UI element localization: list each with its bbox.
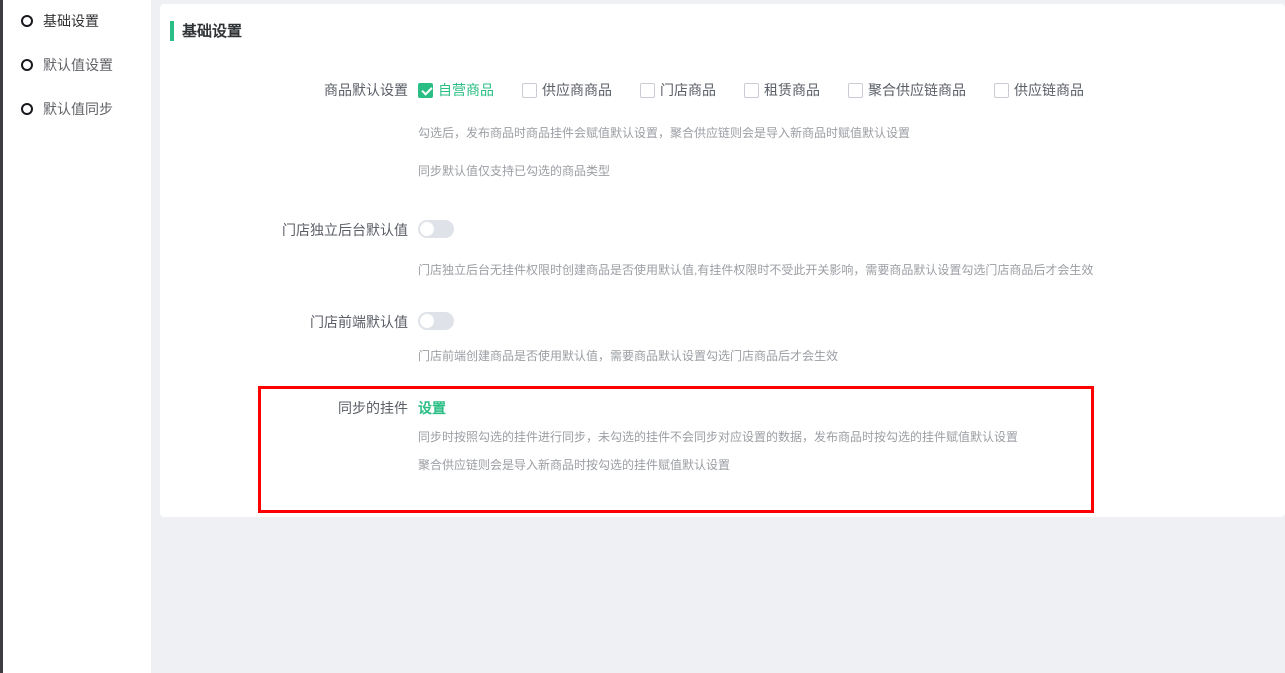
sidebar-item-label: 默认值同步 (43, 99, 113, 119)
store-backend-default-toggle[interactable] (418, 220, 454, 238)
store-front-default-toggle[interactable] (418, 312, 454, 330)
checkbox-unchecked-icon (744, 83, 759, 98)
sidebar-item-label: 默认值设置 (43, 55, 113, 75)
sync-widget-hint-1: 同步时按照勾选的挂件进行同步，未勾选的挂件不会同步对应设置的数据，发布商品时按勾… (418, 428, 1018, 446)
checkbox-checked-icon (418, 83, 433, 98)
sidebar-item-default-value-sync[interactable]: 默认值同步 (21, 94, 151, 124)
store-front-default-label: 门店前端默认值 (160, 312, 408, 332)
sidebar-item-label: 基础设置 (43, 11, 99, 31)
store-front-default-hint: 门店前端创建商品是否使用默认值，需要商品默认设置勾选门店商品后才会生效 (418, 347, 838, 365)
checkbox-unchecked-icon (994, 83, 1009, 98)
product-default-label: 商品默认设置 (160, 80, 408, 100)
checkbox-unchecked-icon (848, 83, 863, 98)
checkbox-store-product[interactable]: 门店商品 (640, 80, 716, 100)
checkbox-supplier-product[interactable]: 供应商商品 (522, 80, 612, 100)
product-default-hint-1: 勾选后，发布商品时商品挂件会赋值默认设置，聚合供应链则会是导入新商品时赋值默认设… (418, 124, 910, 142)
store-backend-default-label: 门店独立后台默认值 (160, 220, 408, 240)
page-title: 基础设置 (182, 20, 242, 41)
checkbox-supply-chain-product[interactable]: 供应链商品 (994, 80, 1084, 100)
radio-circle-icon (21, 59, 33, 71)
title-accent-bar (170, 21, 174, 41)
product-default-hint-2: 同步默认值仅支持已勾选的商品类型 (418, 162, 610, 180)
section-title: 基础设置 (170, 20, 242, 41)
product-default-options: 自营商品 供应商商品 门店商品 租赁商品 聚合供应链商品 供应链商品 (418, 80, 1112, 100)
checkbox-aggregated-supply-chain-product[interactable]: 聚合供应链商品 (848, 80, 966, 100)
radio-circle-icon (21, 103, 33, 115)
store-backend-default-hint: 门店独立后台无挂件权限时创建商品是否使用默认值,有挂件权限时不受此开关影响，需要… (418, 261, 1093, 279)
checkbox-self-operated-product[interactable]: 自营商品 (418, 80, 494, 100)
sync-widget-settings-link[interactable]: 设置 (418, 398, 446, 418)
basic-settings-panel: 基础设置 商品默认设置 自营商品 供应商商品 门店商品 租赁商品 (160, 4, 1285, 517)
sidebar-item-basic-settings[interactable]: 基础设置 (21, 6, 151, 36)
sync-widget-label: 同步的挂件 (160, 398, 408, 418)
sidebar-item-default-value-settings[interactable]: 默认值设置 (21, 50, 151, 80)
settings-sidebar: 基础设置 默认值设置 默认值同步 (3, 0, 151, 673)
store-backend-default-row: 门店独立后台默认值 (160, 220, 1285, 240)
checkbox-unchecked-icon (522, 83, 537, 98)
product-default-row: 商品默认设置 自营商品 供应商商品 门店商品 租赁商品 聚合供应链商品 (160, 80, 1285, 100)
radio-circle-icon (21, 15, 33, 27)
store-front-default-row: 门店前端默认值 (160, 312, 1285, 332)
checkbox-unchecked-icon (640, 83, 655, 98)
checkbox-lease-product[interactable]: 租赁商品 (744, 80, 820, 100)
sync-widget-hint-2: 聚合供应链则会是导入新商品时按勾选的挂件赋值默认设置 (418, 456, 730, 474)
sync-widget-row: 同步的挂件 设置 (160, 398, 1285, 418)
